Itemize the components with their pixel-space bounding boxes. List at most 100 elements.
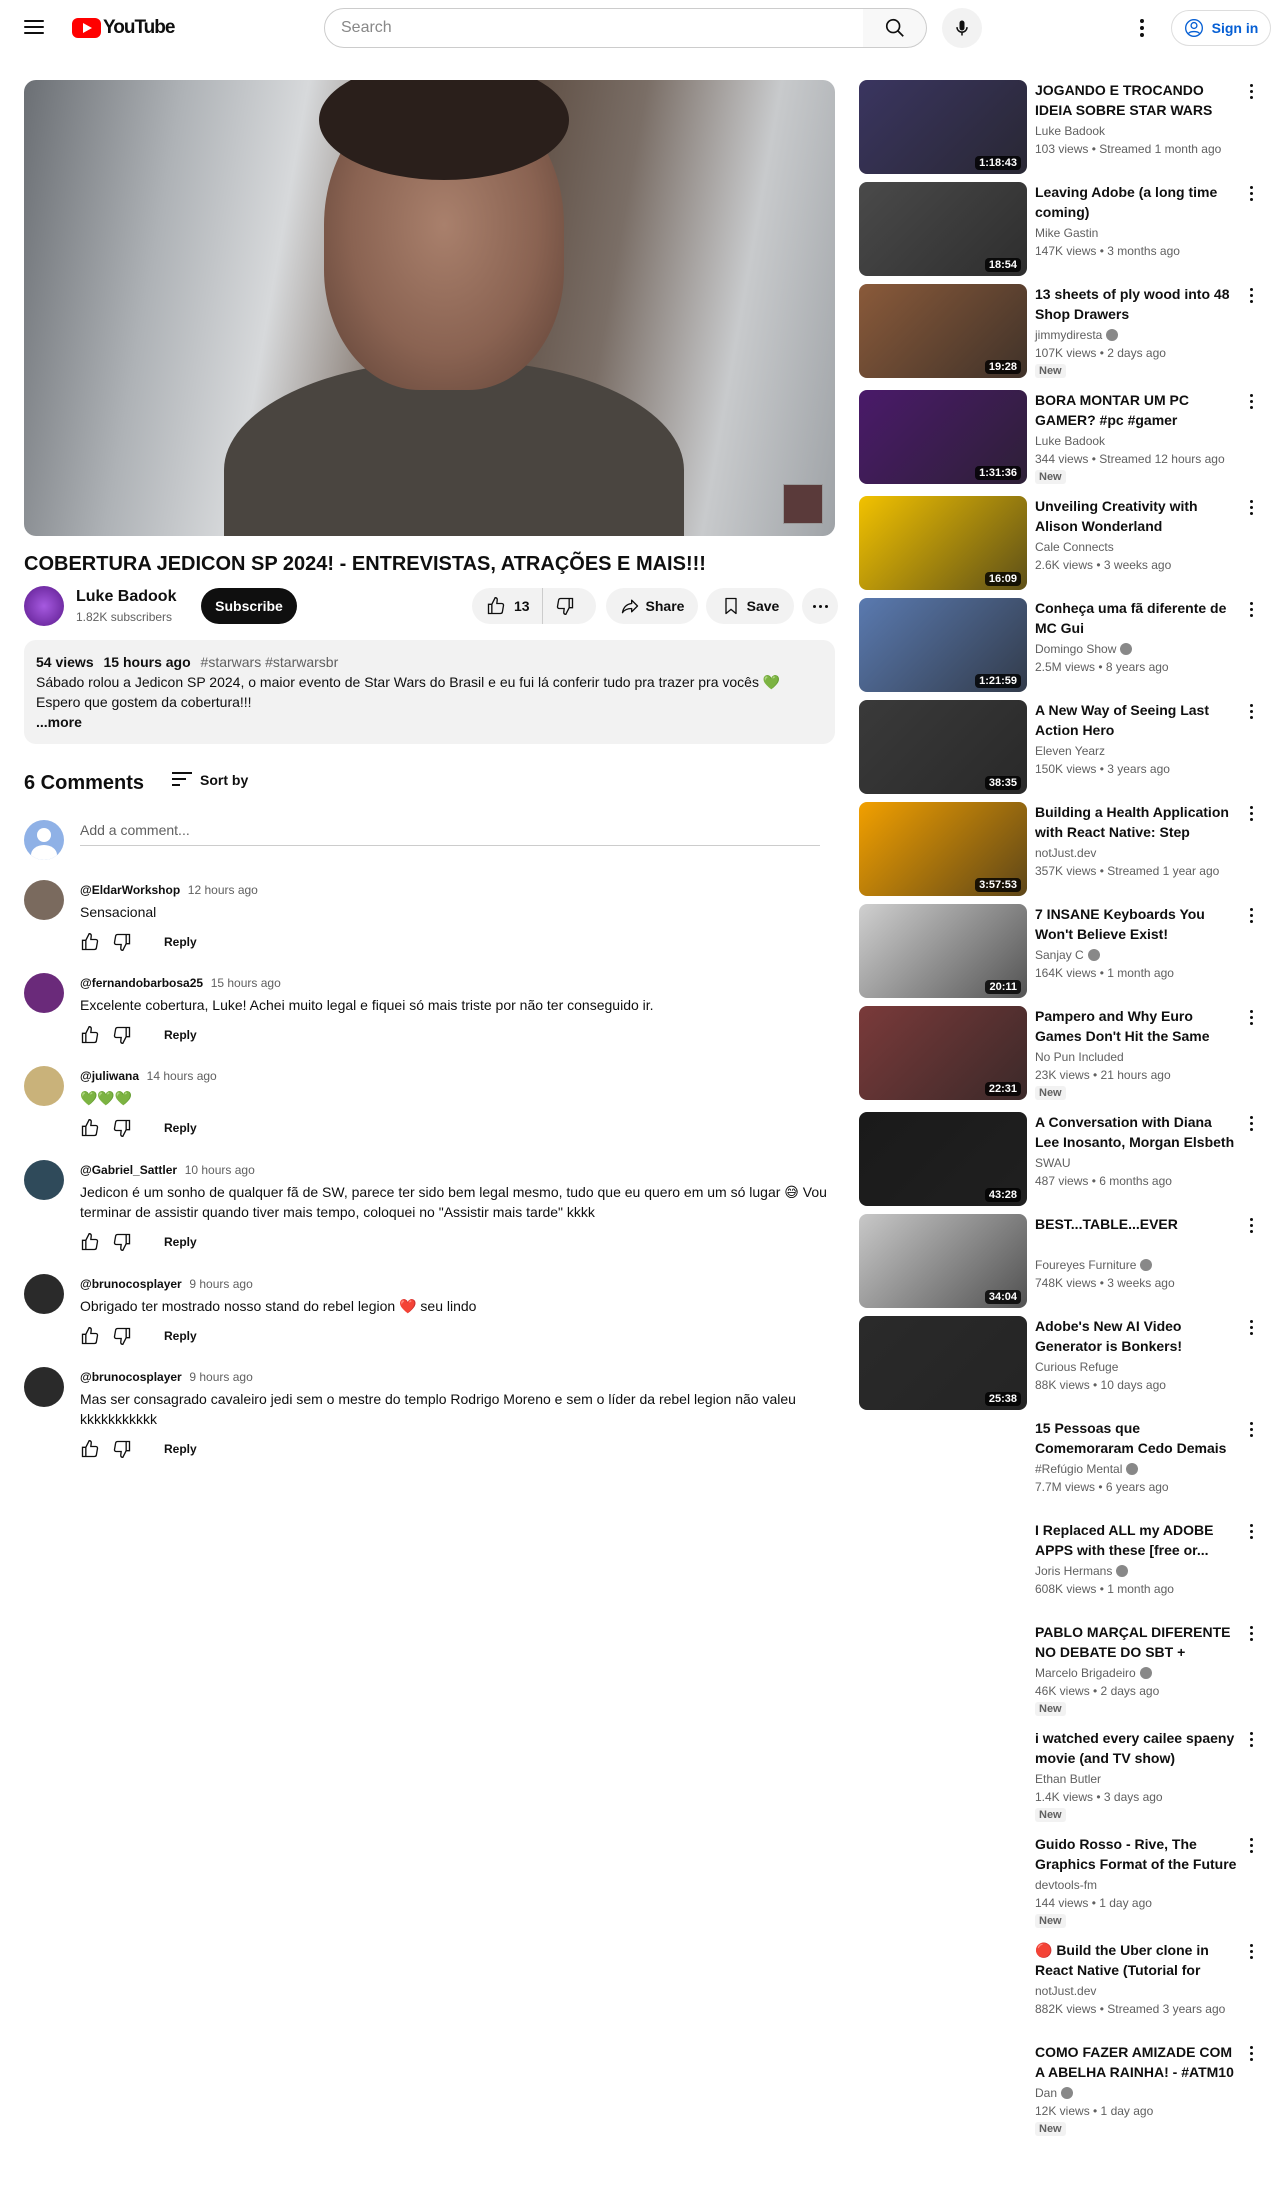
recommended-channel[interactable]: notJust.dev bbox=[1035, 1984, 1096, 1998]
search-input[interactable]: Search bbox=[324, 8, 864, 48]
recommended-channel[interactable]: Joris Hermans bbox=[1035, 1564, 1129, 1578]
video-thumbnail[interactable]: 19:28 bbox=[859, 284, 1027, 378]
video-thumbnail[interactable]: 20:11 bbox=[859, 904, 1027, 998]
recommended-channel[interactable]: Domingo Show bbox=[1035, 642, 1133, 656]
more-icon[interactable] bbox=[1243, 1008, 1259, 1028]
recommended-video-title[interactable]: I Replaced ALL my ADOBE APPS with these … bbox=[1035, 1520, 1239, 1560]
thumbs-up-icon[interactable] bbox=[80, 1439, 100, 1459]
more-icon[interactable] bbox=[1243, 600, 1259, 620]
recommended-video-title[interactable]: JOGANDO E TROCANDO IDEIA SOBRE STAR WARS bbox=[1035, 80, 1239, 120]
recommended-video[interactable]: Guido Rosso - Rive, The Graphics Format … bbox=[859, 1834, 1259, 1930]
recommended-channel[interactable]: Foureyes Furniture bbox=[1035, 1258, 1153, 1272]
more-icon[interactable] bbox=[1243, 1114, 1259, 1134]
more-icon[interactable] bbox=[1243, 286, 1259, 306]
recommended-video[interactable]: 16:09 Unveiling Creativity with Alison Wo… bbox=[859, 496, 1259, 592]
channel-name[interactable]: Luke Badook bbox=[76, 588, 176, 606]
recommended-video-title[interactable]: i watched every cailee spaeny movie (and… bbox=[1035, 1728, 1239, 1768]
recommended-video-title[interactable]: Unveiling Creativity with Alison Wonderl… bbox=[1035, 496, 1239, 536]
reply-button[interactable]: Reply bbox=[164, 1235, 197, 1249]
menu-icon[interactable] bbox=[22, 16, 46, 40]
recommended-video-title[interactable]: Pampero and Why Euro Games Don't Hit the… bbox=[1035, 1006, 1239, 1046]
recommended-video[interactable]: 22:31 Pampero and Why Euro Games Don't Hi… bbox=[859, 1006, 1259, 1102]
video-thumbnail[interactable]: 34:04 bbox=[859, 1214, 1027, 1308]
recommended-video[interactable]: 1:18:43 JOGANDO E TROCANDO IDEIA SOBRE ST… bbox=[859, 80, 1259, 176]
recommended-video[interactable]: 25:38 Adobe's New AI Video Generator is B… bbox=[859, 1316, 1259, 1412]
thumbs-down-icon[interactable] bbox=[112, 1025, 132, 1045]
recommended-video-title[interactable]: A New Way of Seeing Last Action Hero bbox=[1035, 700, 1239, 740]
recommended-video[interactable]: 43:28 A Conversation with Diana Lee Inosa… bbox=[859, 1112, 1259, 1208]
recommended-channel[interactable]: notJust.dev bbox=[1035, 846, 1096, 860]
reply-button[interactable]: Reply bbox=[164, 1329, 197, 1343]
recommended-channel[interactable]: Dan bbox=[1035, 2086, 1074, 2100]
video-thumbnail[interactable]: 38:35 bbox=[859, 700, 1027, 794]
recommended-video-title[interactable]: Conheça uma fã diferente de MC Gui bbox=[1035, 598, 1239, 638]
more-icon[interactable] bbox=[1243, 804, 1259, 824]
recommended-video-title[interactable]: Leaving Adobe (a long time coming) bbox=[1035, 182, 1239, 222]
video-thumbnail[interactable]: 1:21:59 bbox=[859, 598, 1027, 692]
comment-time[interactable]: 15 hours ago bbox=[211, 976, 281, 990]
thumbs-up-icon[interactable] bbox=[80, 1118, 100, 1138]
thumbs-down-icon[interactable] bbox=[112, 1326, 132, 1346]
comment-author-avatar[interactable] bbox=[24, 1160, 64, 1200]
share-button[interactable]: Share bbox=[606, 588, 698, 624]
recommended-video-title[interactable]: BORA MONTAR UM PC GAMER? #pc #gamer bbox=[1035, 390, 1239, 430]
comment-author[interactable]: @Gabriel_Sattler bbox=[80, 1163, 177, 1177]
more-icon[interactable] bbox=[1243, 702, 1259, 722]
comment-time[interactable]: 9 hours ago bbox=[189, 1370, 252, 1384]
recommended-channel[interactable]: Eleven Yearz bbox=[1035, 744, 1105, 758]
recommended-video-title[interactable]: A Conversation with Diana Lee Inosanto, … bbox=[1035, 1112, 1239, 1152]
thumbs-up-icon[interactable] bbox=[80, 1025, 100, 1045]
recommended-video[interactable]: I Replaced ALL my ADOBE APPS with these … bbox=[859, 1520, 1259, 1616]
video-player[interactable] bbox=[24, 80, 835, 536]
recommended-video[interactable]: i watched every cailee spaeny movie (and… bbox=[859, 1728, 1259, 1824]
recommended-channel[interactable]: Luke Badook bbox=[1035, 434, 1105, 448]
more-icon[interactable] bbox=[1243, 1420, 1259, 1440]
reply-button[interactable]: Reply bbox=[164, 935, 197, 949]
comment-author[interactable]: @fernandobarbosa25 bbox=[80, 976, 203, 990]
reply-button[interactable]: Reply bbox=[164, 1442, 197, 1456]
more-icon[interactable] bbox=[1243, 498, 1259, 518]
comment-author-avatar[interactable] bbox=[24, 1274, 64, 1314]
thumbs-up-icon[interactable] bbox=[80, 932, 100, 952]
like-button[interactable]: 13 bbox=[472, 588, 543, 624]
recommended-video-title[interactable]: PABLO MARÇAL DIFERENTE NO DEBATE DO SBT … bbox=[1035, 1622, 1239, 1662]
recommended-channel[interactable]: Curious Refuge bbox=[1035, 1360, 1118, 1374]
more-icon[interactable] bbox=[1243, 392, 1259, 412]
recommended-channel[interactable]: devtools-fm bbox=[1035, 1878, 1097, 1892]
more-icon[interactable] bbox=[1243, 82, 1259, 102]
comment-time[interactable]: 10 hours ago bbox=[185, 1163, 255, 1177]
recommended-channel[interactable]: Sanjay C bbox=[1035, 948, 1100, 962]
recommended-video[interactable]: 34:04 BEST...TABLE...EVER Foureyes Furnit… bbox=[859, 1214, 1259, 1310]
recommended-channel[interactable]: Luke Badook bbox=[1035, 124, 1105, 138]
thumbs-down-icon[interactable] bbox=[112, 1118, 132, 1138]
recommended-video-title[interactable]: COMO FAZER AMIZADE COM A ABELHA RAINHA! … bbox=[1035, 2042, 1239, 2082]
channel-watermark[interactable] bbox=[783, 484, 823, 524]
more-icon[interactable] bbox=[1243, 2044, 1259, 2064]
recommended-video[interactable]: 15 Pessoas que Comemoraram Cedo Demais #… bbox=[859, 1418, 1259, 1514]
search-button[interactable] bbox=[863, 8, 927, 48]
add-comment-input[interactable]: Add a comment... bbox=[80, 822, 820, 846]
sort-by-button[interactable]: Sort by bbox=[172, 772, 248, 788]
recommended-video-title[interactable]: 7 INSANE Keyboards You Won't Believe Exi… bbox=[1035, 904, 1239, 944]
video-thumbnail[interactable]: 25:38 bbox=[859, 1316, 1027, 1410]
thumbs-down-icon[interactable] bbox=[112, 1439, 132, 1459]
more-icon[interactable] bbox=[1243, 1522, 1259, 1542]
recommended-video-title[interactable]: 15 Pessoas que Comemoraram Cedo Demais bbox=[1035, 1418, 1239, 1458]
recommended-channel[interactable]: jimmydiresta bbox=[1035, 328, 1119, 342]
more-icon[interactable] bbox=[1243, 906, 1259, 926]
thumbs-up-icon[interactable] bbox=[80, 1232, 100, 1252]
recommended-video-title[interactable]: Adobe's New AI Video Generator is Bonker… bbox=[1035, 1316, 1239, 1356]
voice-search-button[interactable] bbox=[942, 8, 982, 48]
recommended-channel[interactable]: #Refúgio Mental bbox=[1035, 1462, 1139, 1476]
recommended-video[interactable]: 🔴 Build the Uber clone in React Native (… bbox=[859, 1940, 1259, 2036]
show-more-link[interactable]: ...more bbox=[36, 712, 823, 732]
more-icon[interactable] bbox=[1243, 1216, 1259, 1236]
subscribe-button[interactable]: Subscribe bbox=[201, 588, 297, 624]
recommended-channel[interactable]: No Pun Included bbox=[1035, 1050, 1124, 1064]
video-thumbnail[interactable]: 3:57:53 bbox=[859, 802, 1027, 896]
hashtags[interactable]: #starwars #starwarsbr bbox=[201, 654, 339, 670]
recommended-channel[interactable]: Ethan Butler bbox=[1035, 1772, 1101, 1786]
video-thumbnail[interactable]: 18:54 bbox=[859, 182, 1027, 276]
comment-author-avatar[interactable] bbox=[24, 1066, 64, 1106]
more-icon[interactable] bbox=[1243, 1730, 1259, 1750]
